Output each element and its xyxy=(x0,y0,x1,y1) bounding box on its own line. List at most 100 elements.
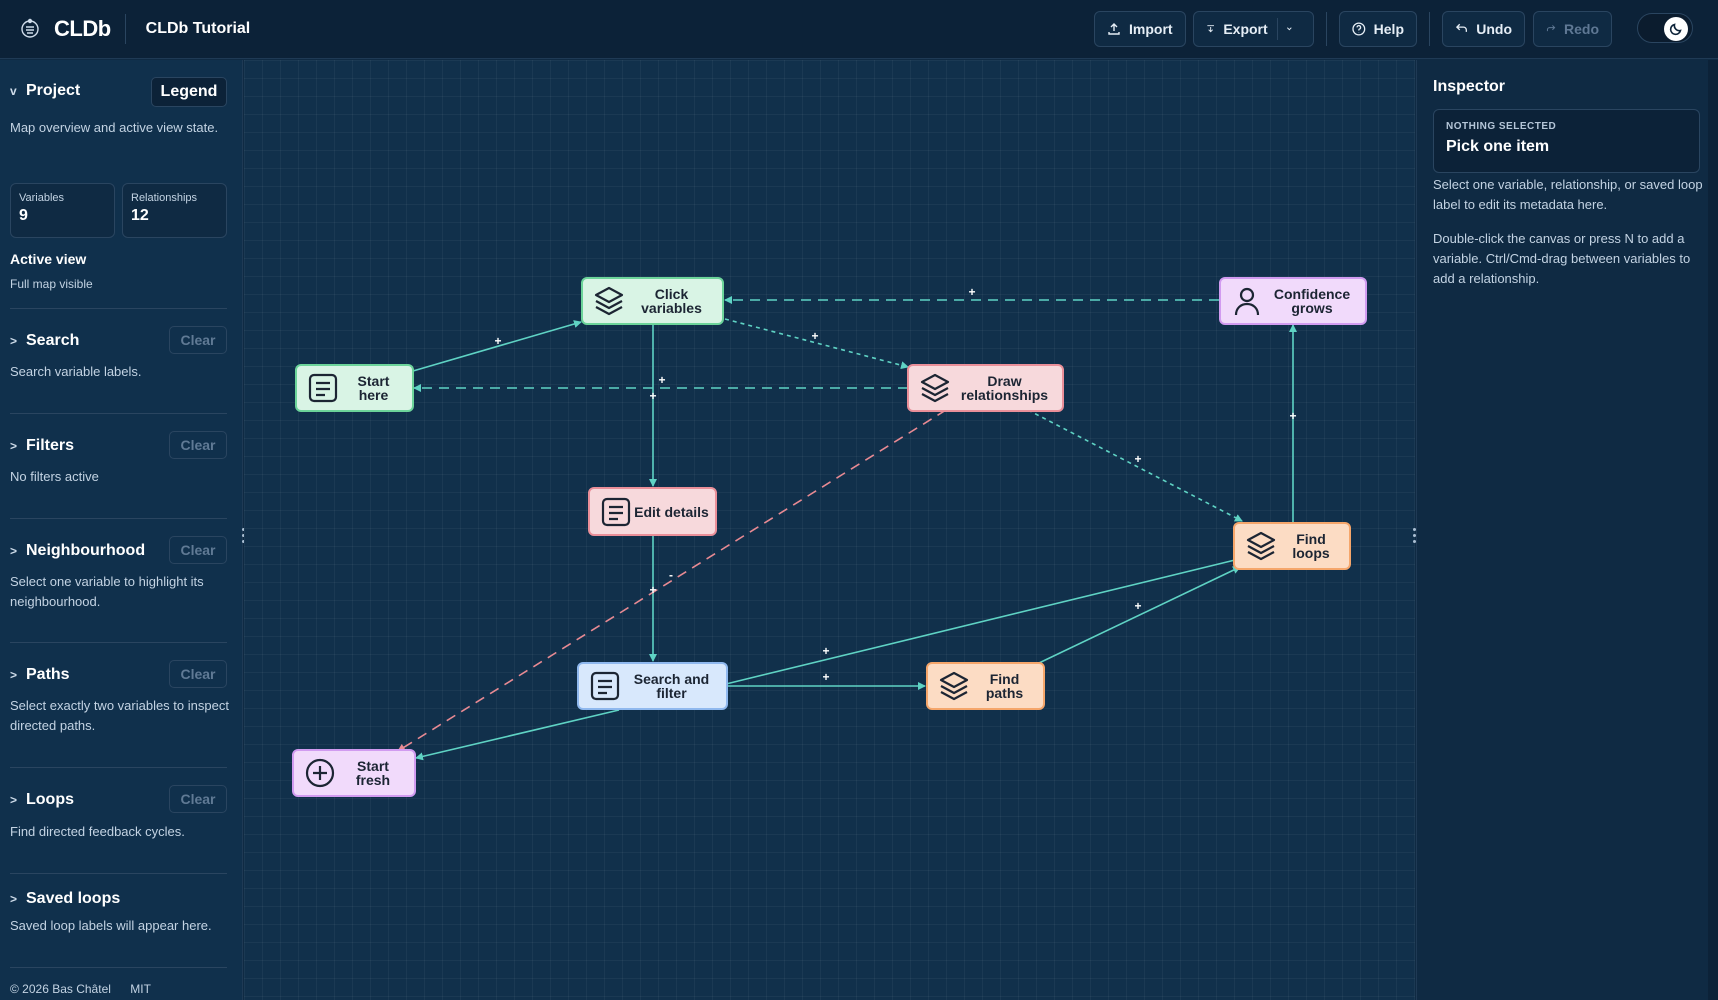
search-description: Search variable labels. xyxy=(10,364,142,379)
import-label: Import xyxy=(1129,21,1173,37)
paths-clear-button[interactable]: Clear xyxy=(169,660,227,688)
variable-click-variables[interactable]: Click variables xyxy=(581,277,724,325)
export-split-divider xyxy=(1276,18,1278,40)
loops-clear-button[interactable]: Clear xyxy=(169,785,227,813)
undo-button[interactable]: Undo xyxy=(1442,11,1525,47)
project-section-toggle[interactable]: v Project xyxy=(10,82,80,100)
toggle-knob xyxy=(1664,17,1688,41)
neighbourhood-section-toggle[interactable]: > Neighbourhood xyxy=(10,542,145,560)
app-name: CLDb xyxy=(54,16,111,41)
paths-title: Paths xyxy=(26,666,70,683)
top-bar: CLDb CLDb Tutorial Import Export Help Un… xyxy=(0,0,1718,59)
search-title: Search xyxy=(26,332,80,349)
polarity-label: - xyxy=(669,568,673,582)
polarity-label: + xyxy=(811,329,818,343)
edge-click-to-draw[interactable] xyxy=(724,318,909,370)
chevron-right-icon: > xyxy=(10,334,18,348)
sidebar: v Project Legend Map overview and active… xyxy=(0,60,243,1000)
help-button[interactable]: Help xyxy=(1339,11,1417,47)
filters-section-toggle[interactable]: > Filters xyxy=(10,437,74,455)
filters-description: No filters active xyxy=(10,469,99,484)
section-divider xyxy=(10,873,227,874)
chevron-right-icon: > xyxy=(10,439,18,453)
variable-label: Search and filter xyxy=(633,671,710,701)
import-button[interactable]: Import xyxy=(1094,11,1186,47)
app-logo-icon xyxy=(21,18,39,38)
footer: © 2026 Bas Châtel MIT xyxy=(10,982,167,996)
brand: CLDb xyxy=(18,16,111,42)
search-clear-button[interactable]: Clear xyxy=(169,326,227,354)
section-divider xyxy=(10,967,227,968)
document-text-icon xyxy=(308,373,338,403)
variable-start-here[interactable]: Start here xyxy=(295,364,414,412)
inspector-title: Inspector xyxy=(1433,78,1506,95)
export-label: Export xyxy=(1223,21,1268,37)
variable-label: Confidence grows xyxy=(1273,286,1351,316)
license: MIT xyxy=(130,982,151,996)
polarity-label: + xyxy=(968,285,975,299)
active-view-value: Full map visible xyxy=(10,277,93,291)
variables-stat: Variables 9 xyxy=(10,183,115,238)
loops-description: Find directed feedback cycles. xyxy=(10,824,185,839)
variable-start-fresh[interactable]: Start fresh xyxy=(292,749,416,797)
loops-section-toggle[interactable]: > Loops xyxy=(10,791,74,809)
variables-stat-label: Variables xyxy=(19,192,65,204)
variable-find-paths[interactable]: Find paths xyxy=(926,662,1045,710)
variable-edit-details[interactable]: Edit details xyxy=(588,487,717,536)
section-divider xyxy=(10,642,227,643)
variable-find-loops[interactable]: Find loops xyxy=(1233,522,1351,570)
window-scrollbar[interactable] xyxy=(1708,60,1718,1000)
variable-draw-relationships[interactable]: Draw relationships xyxy=(907,364,1064,412)
chevron-right-icon: > xyxy=(10,544,18,558)
variable-confidence-grows[interactable]: Confidence grows xyxy=(1219,277,1367,325)
polarity-label: + xyxy=(658,373,665,387)
filters-title: Filters xyxy=(26,437,75,454)
chevron-right-icon: > xyxy=(10,793,18,807)
map-canvas[interactable]: + + + + + + + - + + + + Click variables … xyxy=(244,60,1415,1000)
export-button[interactable]: Export xyxy=(1193,11,1314,47)
selection-badge: NOTHING SELECTED xyxy=(1446,121,1557,132)
edge-paths-to-loops[interactable] xyxy=(1038,566,1241,664)
theme-toggle[interactable] xyxy=(1637,13,1693,43)
inspector-help-add: Double-click the canvas or press N to ad… xyxy=(1433,231,1691,286)
inspector-panel: Inspector NOTHING SELECTED Pick one item… xyxy=(1416,60,1718,1000)
legend-button[interactable]: Legend xyxy=(151,77,227,107)
inspector-help-select: Select one variable, relationship, or sa… xyxy=(1433,177,1703,212)
neighbourhood-clear-button[interactable]: Clear xyxy=(169,536,227,564)
download-icon xyxy=(1207,25,1214,33)
layers-icon xyxy=(594,286,624,316)
loops-title: Loops xyxy=(26,791,74,808)
saved-loops-section-toggle[interactable]: > Saved loops xyxy=(10,890,120,908)
layers-icon xyxy=(1246,531,1276,561)
undo-label: Undo xyxy=(1476,21,1512,37)
chevron-down-icon[interactable] xyxy=(1286,24,1293,34)
layers-icon xyxy=(939,671,969,701)
chevron-down-icon: v xyxy=(10,84,17,98)
variable-label: Find loops xyxy=(1292,531,1330,561)
polarity-label: + xyxy=(822,644,829,658)
polarity-label: + xyxy=(649,583,656,597)
variable-search-and-filter[interactable]: Search and filter xyxy=(577,662,728,710)
paths-section-toggle[interactable]: > Paths xyxy=(10,666,70,684)
section-divider xyxy=(10,308,227,309)
redo-label: Redo xyxy=(1564,21,1599,37)
undo-icon xyxy=(1455,23,1468,32)
section-divider xyxy=(10,413,227,414)
search-section-toggle[interactable]: > Search xyxy=(10,332,79,350)
edge-search-to-fresh[interactable] xyxy=(415,709,620,761)
brand-divider xyxy=(124,14,126,44)
saved-loops-title: Saved loops xyxy=(26,890,121,907)
chevron-right-icon: > xyxy=(10,892,18,906)
variable-label: Start here xyxy=(357,373,390,403)
polarity-label: + xyxy=(1134,599,1141,613)
document-text-icon xyxy=(590,671,620,701)
redo-button[interactable]: Redo xyxy=(1533,11,1612,47)
user-icon xyxy=(1234,287,1260,316)
filters-clear-button[interactable]: Clear xyxy=(169,431,227,459)
paths-description: Select exactly two variables to inspect … xyxy=(10,698,229,733)
polarity-label: + xyxy=(494,334,501,348)
relationships-stat-value: 12 xyxy=(131,207,149,224)
toolbar-divider xyxy=(1429,12,1430,46)
variable-label: Click variables xyxy=(641,286,702,316)
plus-circle-icon xyxy=(305,758,335,788)
